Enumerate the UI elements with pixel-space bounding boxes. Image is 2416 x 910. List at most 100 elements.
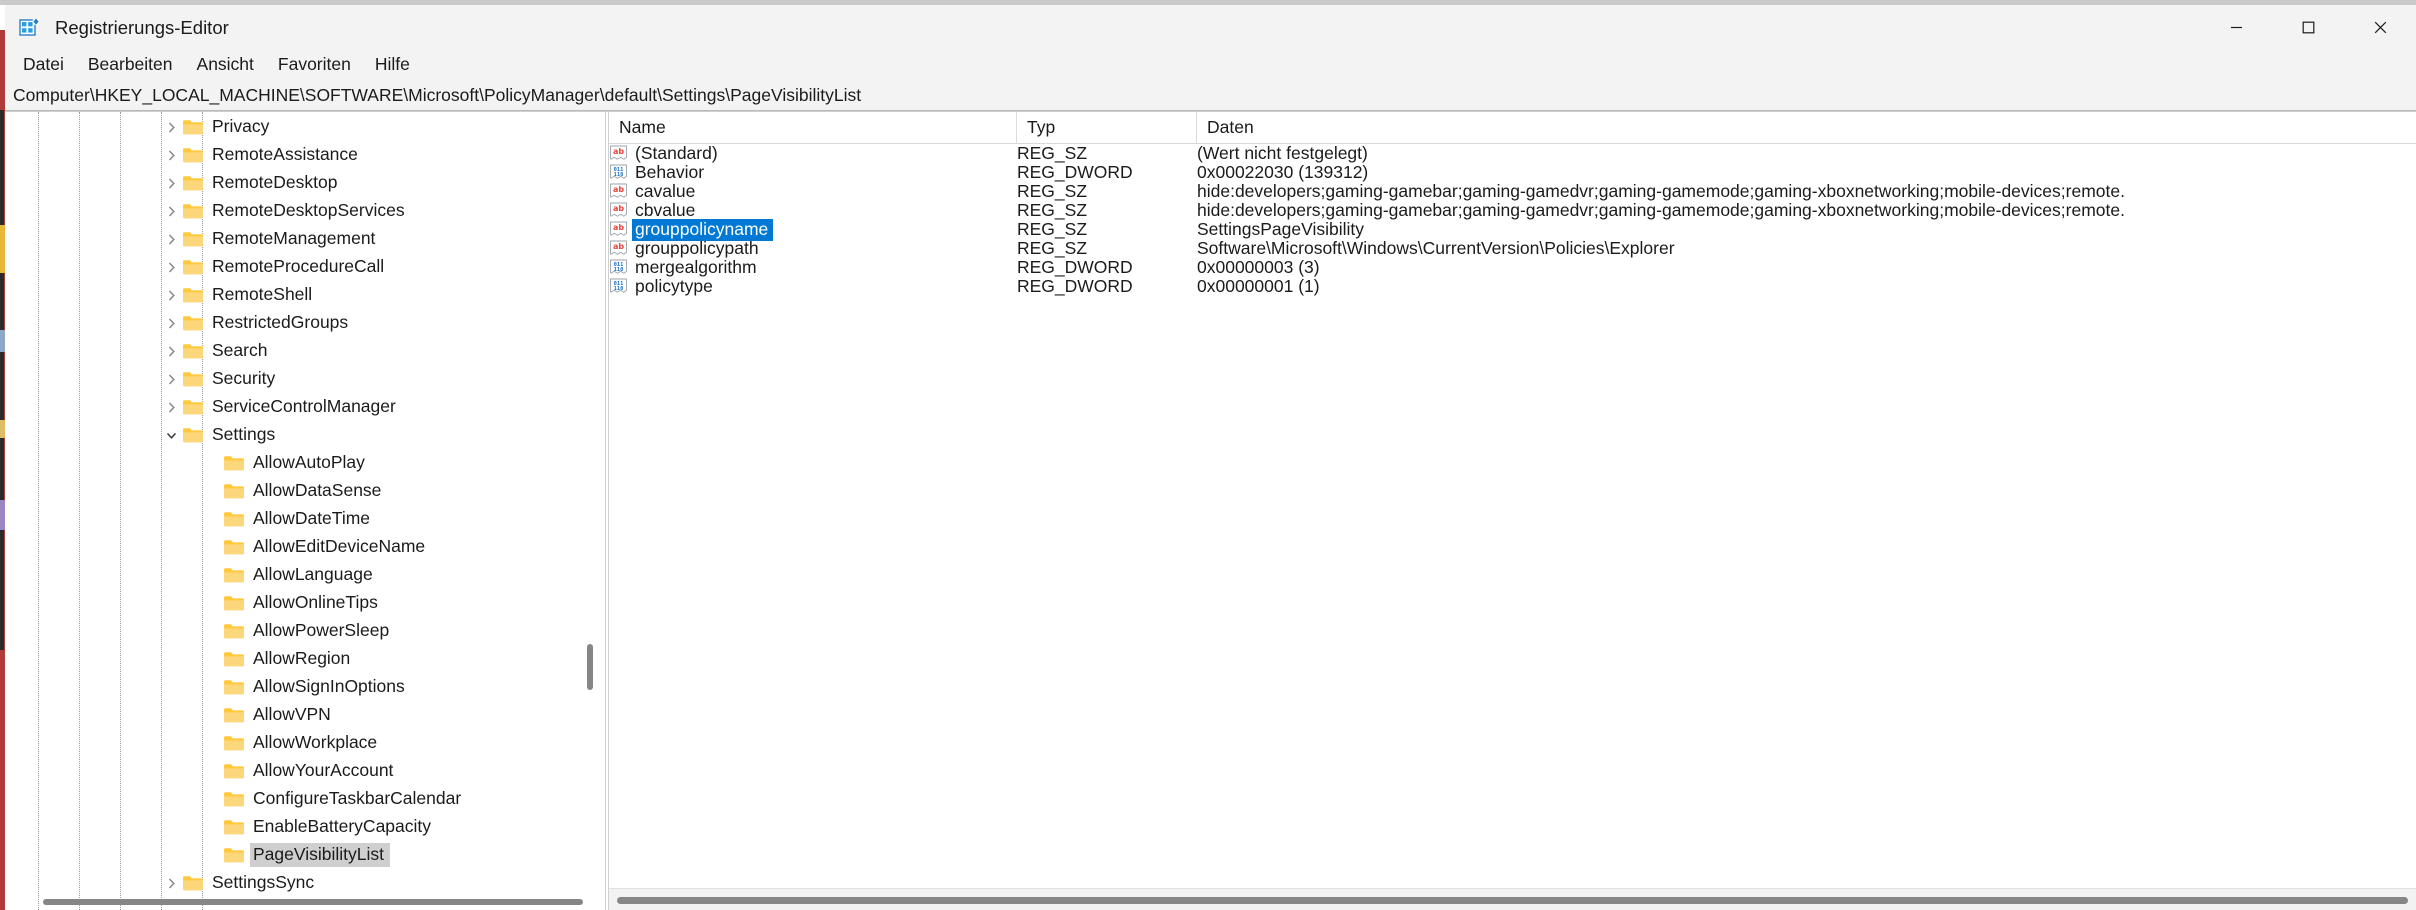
table-row[interactable]: 011 110 policytype REG_DWORD 0x00000001 (1) (609, 275, 2416, 296)
tree-item-privacy[interactable]: Privacy (5, 113, 605, 141)
tree-item-security[interactable]: Security (5, 365, 605, 393)
value-data-cell: 0x00000003 (3) (1197, 257, 1320, 277)
chevron-right-icon[interactable] (160, 869, 182, 897)
tree-item-label: RemoteShell (212, 284, 313, 304)
address-bar[interactable]: Computer\HKEY_LOCAL_MACHINE\SOFTWARE\Mic… (5, 81, 2416, 111)
values-column-headers: Name Typ Daten (609, 112, 2416, 144)
tree-item-label: PageVisibilityList (250, 843, 390, 867)
tree-item-remotemanagement[interactable]: RemoteManagement (5, 225, 605, 253)
chevron-right-icon[interactable] (160, 225, 182, 253)
close-icon (2374, 21, 2386, 34)
menu-bearbeiten[interactable]: Bearbeiten (76, 51, 185, 80)
folder-icon (223, 790, 245, 808)
svg-text:110: 110 (614, 172, 624, 178)
chevron-right-icon[interactable] (160, 365, 182, 393)
folder-icon (182, 286, 204, 304)
close-button[interactable] (2344, 5, 2416, 50)
tree-item-allowregion[interactable]: AllowRegion (5, 645, 605, 673)
table-row[interactable]: ab (Standard) REG_SZ (Wert nicht festgelegt… (609, 144, 2416, 163)
table-row[interactable]: ab grouppolicypath REG_SZ Software\Microsof… (609, 238, 2416, 258)
svg-text:ab: ab (613, 185, 624, 194)
folder-icon (223, 762, 245, 780)
tree-item-label: RemoteDesktopServices (212, 200, 405, 220)
tree-item-remoteassistance[interactable]: RemoteAssistance (5, 141, 605, 169)
tree-item-alloweditdevicename[interactable]: AllowEditDeviceName (5, 533, 605, 561)
tree-item-allowvpn[interactable]: AllowVPN (5, 701, 605, 729)
tree-item-allowworkplace[interactable]: AllowWorkplace (5, 729, 605, 757)
svg-text:ab: ab (613, 204, 624, 213)
tree-horizontal-scrollbar[interactable] (43, 896, 583, 906)
list-horizontal-scrollbar[interactable] (609, 888, 2416, 910)
chevron-right-icon[interactable] (160, 281, 182, 309)
folder-icon (223, 482, 245, 500)
folder-icon (182, 174, 204, 192)
folder-icon (223, 650, 245, 668)
menu-datei[interactable]: Datei (11, 51, 76, 80)
chevron-right-icon[interactable] (160, 309, 182, 337)
tree-item-configuretaskbarcalendar[interactable]: ConfigureTaskbarCalendar (5, 785, 605, 813)
tree-item-search[interactable]: Search (5, 337, 605, 365)
values-list[interactable]: ab (Standard) REG_SZ (Wert nicht festgelegt… (609, 144, 2416, 910)
registry-editor-window: Registrierungs-Editor Datei Bearbeiten A… (5, 5, 2416, 910)
svg-text:ab: ab (613, 147, 624, 156)
tree-item-allowsigninoptions[interactable]: AllowSignInOptions (5, 673, 605, 701)
folder-icon (223, 818, 245, 836)
menu-favoriten[interactable]: Favoriten (266, 51, 363, 80)
registry-values-pane: Name Typ Daten ab (Standard) REG_SZ (Wert n… (609, 112, 2416, 910)
tree-item-remotedesktopservices[interactable]: RemoteDesktopServices (5, 197, 605, 225)
tree-item-remoteprocedurecall[interactable]: RemoteProcedureCall (5, 253, 605, 281)
tree-item-allowdatetime[interactable]: AllowDateTime (5, 505, 605, 533)
tree-item-allowdatasense[interactable]: AllowDataSense (5, 477, 605, 505)
maximize-button[interactable] (2272, 5, 2344, 50)
tree-item-settings[interactable]: Settings (5, 421, 605, 449)
value-data-cell: Software\Microsoft\Windows\CurrentVersio… (1197, 238, 1675, 258)
list-horizontal-scrollbar-thumb[interactable] (617, 897, 2408, 904)
tree-item-list: Privacy RemoteAssistance RemoteDesktop Remo… (5, 112, 605, 897)
tree-item-allowlanguage[interactable]: AllowLanguage (5, 561, 605, 589)
tree-item-remoteshell[interactable]: RemoteShell (5, 281, 605, 309)
tree-item-settingssync[interactable]: SettingsSync (5, 869, 605, 897)
value-type-cell: REG_SZ (1017, 219, 1088, 239)
tree-item-allowautoplay[interactable]: AllowAutoPlay (5, 449, 605, 477)
value-data-cell: hide:developers;gaming-gamebar;gaming-ga… (1197, 200, 2125, 220)
tree-item-allowonlinetips[interactable]: AllowOnlineTips (5, 589, 605, 617)
table-row[interactable]: ab grouppolicyname REG_SZ SettingsPageVisib… (609, 218, 2416, 241)
chevron-right-icon[interactable] (160, 197, 182, 225)
tree-item-allowpowersleep[interactable]: AllowPowerSleep (5, 617, 605, 645)
tree-item-allowyouraccount[interactable]: AllowYourAccount (5, 757, 605, 785)
chevron-right-icon[interactable] (160, 393, 182, 421)
menu-hilfe[interactable]: Hilfe (363, 51, 422, 80)
chevron-right-icon[interactable] (160, 253, 182, 281)
table-row[interactable]: ab cbvalue REG_SZ hide:developers;gaming-ga… (609, 200, 2416, 220)
tree-item-label: AllowDateTime (253, 508, 371, 528)
tree-item-label: AllowPowerSleep (253, 620, 390, 640)
tree-item-remotedesktop[interactable]: RemoteDesktop (5, 169, 605, 197)
column-header-typ[interactable]: Typ (1017, 112, 1197, 144)
chevron-right-icon[interactable] (160, 113, 182, 141)
chevron-right-icon[interactable] (160, 337, 182, 365)
menu-ansicht[interactable]: Ansicht (185, 51, 266, 80)
tree-horizontal-scrollbar-thumb[interactable] (43, 899, 583, 905)
tree-vertical-scrollbar[interactable] (583, 114, 597, 908)
string-value-icon: ab (609, 145, 628, 162)
tree-vertical-scrollbar-thumb[interactable] (587, 644, 593, 690)
chevron-down-icon[interactable] (160, 421, 182, 449)
tree-item-pagevisibilitylist[interactable]: PageVisibilityList (5, 841, 605, 869)
table-row[interactable]: ab cavalue REG_SZ hide:developers;gaming-ga… (609, 181, 2416, 201)
table-row[interactable]: 011 110 Behavior REG_DWORD 0x00022030 (13931… (609, 162, 2416, 182)
tree-item-label: RemoteManagement (212, 228, 376, 248)
folder-icon (223, 622, 245, 640)
column-header-daten[interactable]: Daten (1197, 112, 2416, 144)
tree-item-servicecontrolmanager[interactable]: ServiceControlManager (5, 393, 605, 421)
table-row[interactable]: 011 110 mergealgorithm REG_DWORD 0x00000003 … (609, 257, 2416, 277)
column-header-name[interactable]: Name (609, 112, 1017, 144)
minimize-button[interactable] (2200, 5, 2272, 50)
tree-item-restrictedgroups[interactable]: RestrictedGroups (5, 309, 605, 337)
chevron-right-icon[interactable] (160, 169, 182, 197)
tree-item-enablebatterycapacity[interactable]: EnableBatteryCapacity (5, 813, 605, 841)
value-name-label: policytype (635, 275, 713, 296)
chevron-right-icon[interactable] (160, 141, 182, 169)
maximize-icon (2302, 21, 2314, 34)
tree-item-label: AllowSignInOptions (253, 676, 405, 696)
tree-scroll-area[interactable]: Privacy RemoteAssistance RemoteDesktop Remo… (5, 112, 605, 910)
